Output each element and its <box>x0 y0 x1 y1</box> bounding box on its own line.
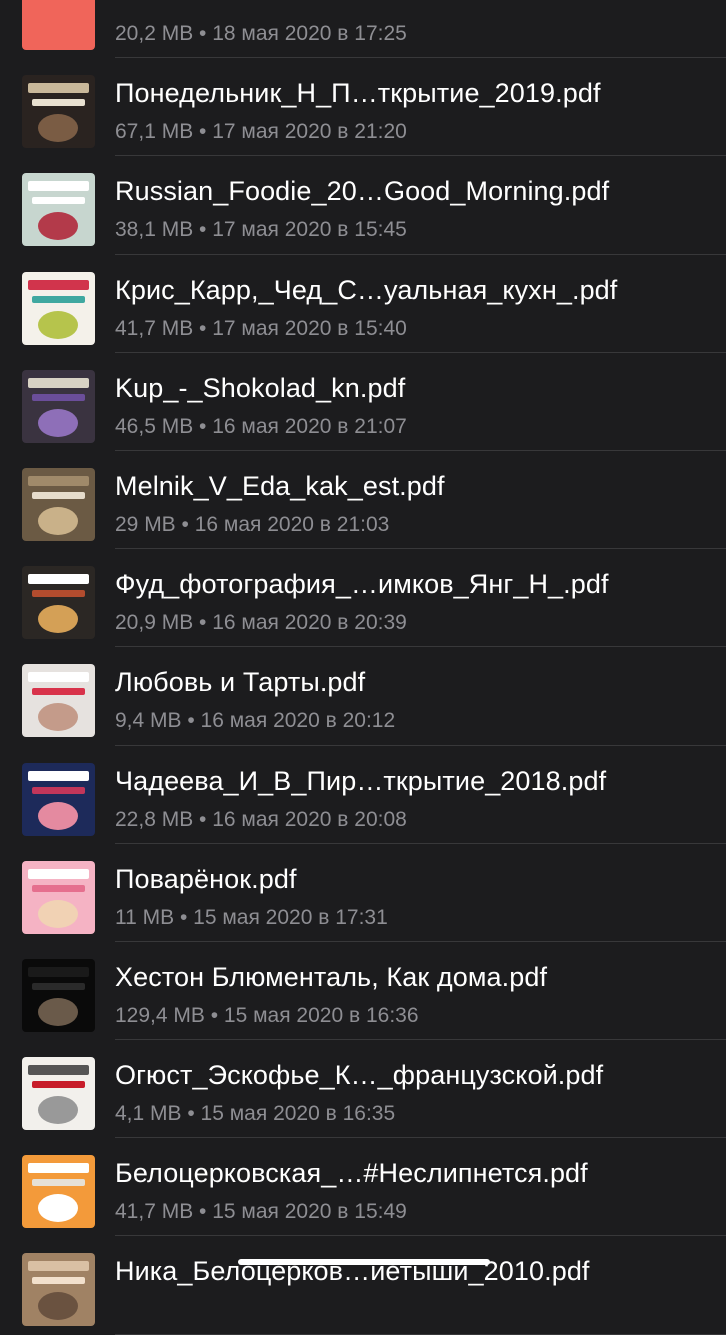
file-meta: 22,8 MB • 16 мая 2020 в 20:08 <box>115 807 407 831</box>
book-cover-icon <box>22 958 95 1032</box>
file-meta: 38,1 MB • 17 мая 2020 в 15:45 <box>115 218 407 242</box>
file-text: Любовь и Тарты.pdf 9,4 MB • 16 мая 2020 в… <box>115 647 714 745</box>
file-row[interactable]: Melnik_V_Eda_kak_est.pdf 29 MB • 16 мая 2… <box>0 451 726 550</box>
file-name: Огюст_Эскофье_К…_французской.pdf <box>115 1060 604 1091</box>
book-cover-icon <box>22 467 95 541</box>
home-indicator[interactable] <box>238 1259 490 1265</box>
file-row[interactable]: Хестон Блюменталь, Как дома.pdf 129,4 MB … <box>0 942 726 1041</box>
file-name: Russian_Foodie_20…Good_Morning.pdf <box>115 176 610 207</box>
file-text: Чадеева_И_В_Пир…ткрытие_2018.pdf 22,8 MB … <box>115 746 714 844</box>
file-name: Понедельник_Н_П…ткрытие_2019.pdf <box>115 78 601 109</box>
file-row[interactable]: Russian_Foodie_20…Good_Morning.pdf 38,1 M… <box>0 156 726 255</box>
file-row[interactable]: Поварёнок.pdf 11 MB • 15 мая 2020 в 17:31 <box>0 844 726 942</box>
file-name: Фуд_фотография_…имков_Янг_Н_.pdf <box>115 569 609 600</box>
file-row[interactable]: Понедельник_Н_П…ткрытие_2019.pdf 67,1 MB … <box>0 58 726 157</box>
book-cover-icon <box>22 1057 95 1131</box>
file-text: Белоцерковская_…#Неслипнется.pdf 41,7 MB … <box>115 1138 714 1236</box>
pdf-file-icon <box>22 0 95 50</box>
file-text: Крис_Карр,_Чед_С…уальная_кухн_.pdf 41,7 M… <box>115 255 714 353</box>
file-row[interactable]: Чадеева_И_В_Пир…ткрытие_2018.pdf 22,8 MB … <box>0 746 726 844</box>
file-name: Крис_Карр,_Чед_С…уальная_кухн_.pdf <box>115 274 618 305</box>
file-meta: 41,7 MB • 17 мая 2020 в 15:40 <box>115 316 407 340</box>
file-meta: 41,7 MB • 15 мая 2020 в 15:49 <box>115 1200 407 1224</box>
book-cover-icon <box>22 664 95 738</box>
file-meta: 46,5 MB • 16 мая 2020 в 21:07 <box>115 414 407 438</box>
file-meta: 20,9 MB • 16 мая 2020 в 20:39 <box>115 611 407 635</box>
book-cover-icon <box>22 173 95 247</box>
file-name: Белоцерковская_…#Неслипнется.pdf <box>115 1158 588 1189</box>
file-row[interactable]: pdf20,2 MB • 18 мая 2020 в 17:25 <box>0 0 726 59</box>
file-text: Kup_-_Shokolad_kn.pdf 46,5 MB • 16 мая 20… <box>115 353 714 451</box>
file-text: Огюст_Эскофье_К…_французской.pdf 4,1 MB •… <box>115 1040 714 1138</box>
file-list: pdf20,2 MB • 18 мая 2020 в 17:25Понедель… <box>0 0 726 1335</box>
book-cover-icon <box>22 762 95 836</box>
row-divider <box>115 1333 726 1335</box>
file-row[interactable]: Любовь и Тарты.pdf 9,4 MB • 16 мая 2020 в… <box>0 647 726 746</box>
file-meta: 20,2 MB • 18 мая 2020 в 17:25 <box>115 22 407 45</box>
file-row[interactable]: Огюст_Эскофье_К…_французской.pdf 4,1 MB •… <box>0 1040 726 1139</box>
file-name: Melnik_V_Eda_kak_est.pdf <box>115 470 445 501</box>
file-row[interactable]: Kup_-_Shokolad_kn.pdf 46,5 MB • 16 мая 20… <box>0 353 726 451</box>
file-name: Поварёнок.pdf <box>115 863 297 894</box>
file-text: Ника_Белоцерков…иетыши_2010.pdf <box>115 1236 714 1334</box>
book-cover-icon <box>22 566 95 640</box>
file-meta: 129,4 MB • 15 мая 2020 в 16:36 <box>115 1003 419 1027</box>
file-text: Russian_Foodie_20…Good_Morning.pdf 38,1 M… <box>115 156 714 254</box>
file-text: Фуд_фотография_…имков_Янг_Н_.pdf 20,9 MB … <box>115 549 714 647</box>
book-cover-icon <box>22 369 95 443</box>
file-text: Хестон Блюменталь, Как дома.pdf 129,4 MB … <box>115 942 714 1040</box>
book-cover-icon <box>22 271 95 345</box>
file-meta: 67,1 MB • 17 мая 2020 в 21:20 <box>115 120 407 144</box>
book-cover-icon <box>22 75 95 149</box>
file-row[interactable]: Фуд_фотография_…имков_Янг_Н_.pdf 20,9 MB … <box>0 549 726 648</box>
file-meta: 11 MB • 15 мая 2020 в 17:31 <box>115 905 388 929</box>
file-row[interactable]: Ника_Белоцерков…иетыши_2010.pdf <box>0 1236 726 1335</box>
file-name: Kup_-_Shokolad_kn.pdf <box>115 372 406 403</box>
book-cover-icon <box>22 1253 95 1327</box>
file-text: pdf20,2 MB • 18 мая 2020 в 17:25 <box>115 0 714 58</box>
book-cover-icon <box>22 1155 95 1229</box>
file-row[interactable]: Белоцерковская_…#Неслипнется.pdf 41,7 MB … <box>0 1138 726 1237</box>
file-meta: 9,4 MB • 16 мая 2020 в 20:12 <box>115 709 396 733</box>
file-name: Чадеева_И_В_Пир…ткрытие_2018.pdf <box>115 765 607 796</box>
book-cover-icon <box>22 860 95 934</box>
file-name: Хестон Блюменталь, Как дома.pdf <box>115 961 548 992</box>
file-meta: 4,1 MB • 15 мая 2020 в 16:35 <box>115 1102 396 1126</box>
file-meta: 29 MB • 16 мая 2020 в 21:03 <box>115 512 390 536</box>
file-row[interactable]: Крис_Карр,_Чед_С…уальная_кухн_.pdf 41,7 M… <box>0 255 726 353</box>
file-text: Поварёнок.pdf 11 MB • 15 мая 2020 в 17:31 <box>115 844 714 942</box>
file-text: Понедельник_Н_П…ткрытие_2019.pdf 67,1 MB … <box>115 58 714 156</box>
file-name: Любовь и Тарты.pdf <box>115 667 366 698</box>
file-text: Melnik_V_Eda_kak_est.pdf 29 MB • 16 мая 2… <box>115 451 714 549</box>
